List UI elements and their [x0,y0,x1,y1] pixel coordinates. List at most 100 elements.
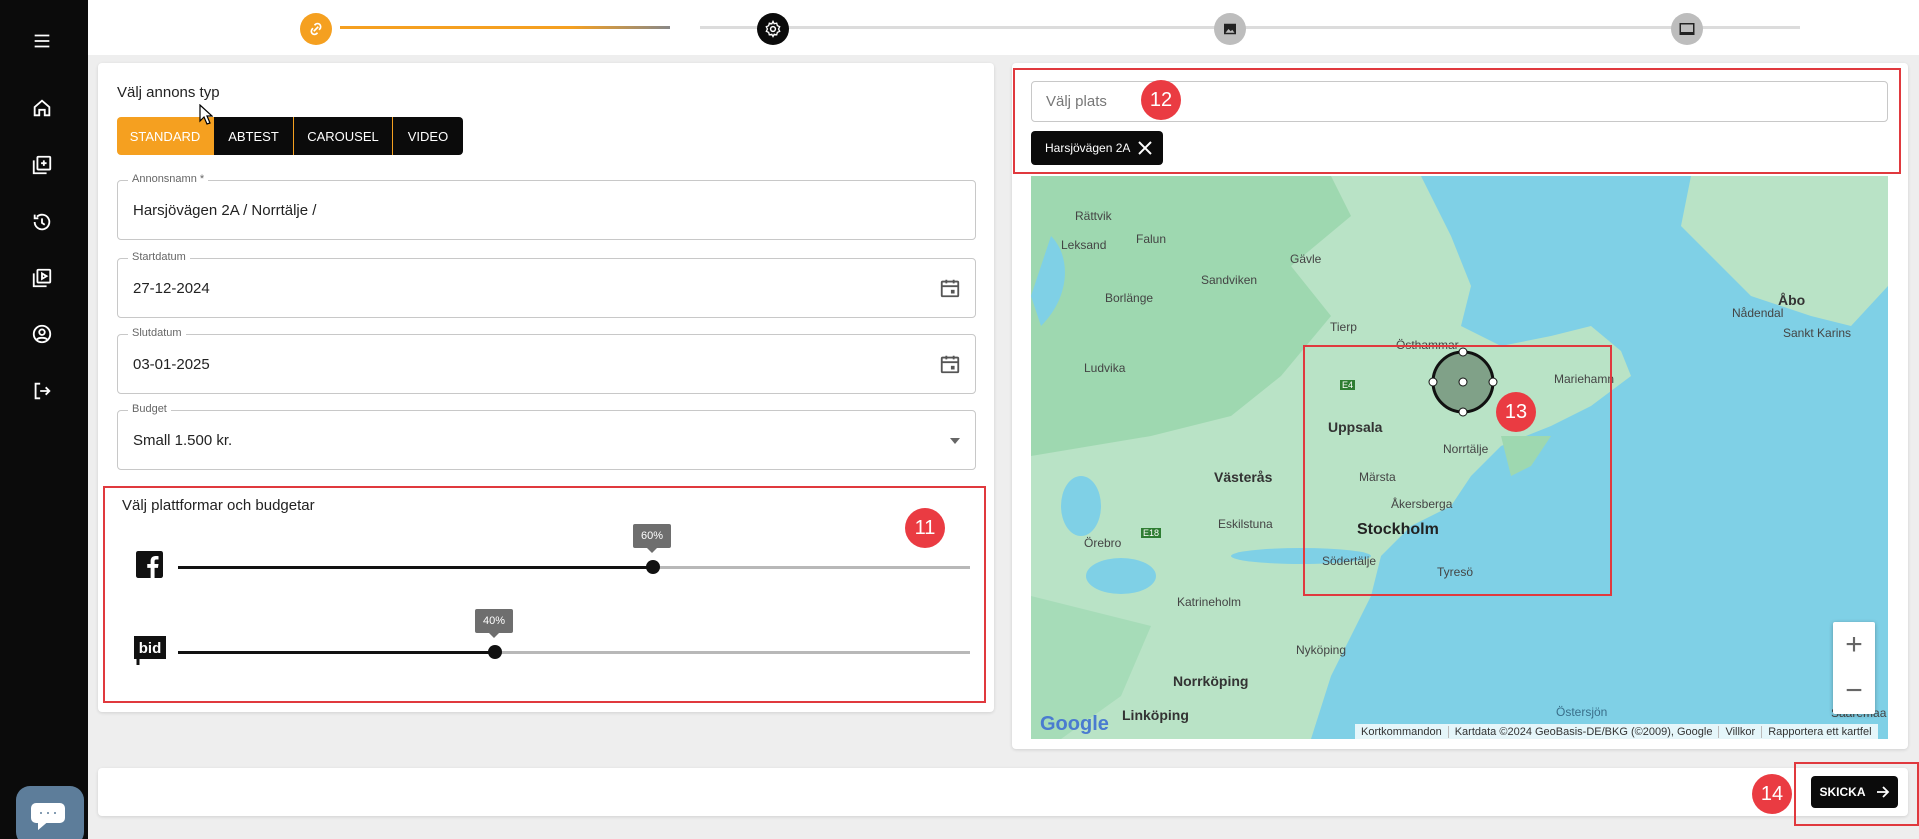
road-sign: E4 [1340,380,1356,390]
map-terrain [1031,176,1888,739]
map-label: Tierp [1330,320,1357,334]
step-image[interactable] [1214,13,1246,45]
add-ad-icon[interactable] [28,151,56,179]
start-date-label: Startdatum [128,251,190,263]
map-label: Eskilstuna [1218,517,1273,531]
zoom-in-button[interactable]: + [1833,622,1875,668]
google-logo: Google [1040,713,1109,735]
map-label: Katrineholm [1177,595,1242,609]
annotation-badge-12: 12 [1141,80,1181,120]
account-icon[interactable] [28,320,56,348]
svg-text:bid: bid [139,640,162,657]
end-date-value: 03-01-2025 [133,356,210,373]
keyboard-shortcuts-link[interactable]: Kortkommandon [1355,725,1449,738]
map-label: Märsta [1359,470,1396,484]
sidebar [0,0,88,839]
arrow-right-icon [1876,786,1889,798]
bid-icon: bid [134,636,166,665]
location-chip[interactable]: Harsjövägen 2A [1031,131,1163,165]
ad-name-field[interactable]: Annonsnamn * Harsjövägen 2A / Norrtälje … [117,173,976,240]
map-label: Uppsala [1328,419,1383,435]
report-error-link[interactable]: Rapportera ett kartfel [1762,726,1877,738]
map-label: Mariehamn [1554,372,1615,386]
bid-slider-thumb[interactable] [488,645,502,659]
calendar-icon[interactable] [939,277,961,299]
history-icon[interactable] [28,208,56,236]
map-label: Rättvik [1075,209,1112,223]
map-label: Östersjön [1556,705,1608,719]
facebook-slider-value: 60% [633,524,671,553]
map-label: Örebro [1084,536,1122,550]
logout-icon[interactable] [28,377,56,405]
map-attribution: Kortkommandon Kartdata ©2024 GeoBasis-DE… [1355,724,1878,739]
mouse-cursor-icon [199,104,213,125]
start-date-field[interactable]: Startdatum 27-12-2024 [117,251,976,318]
facebook-slider-thumb[interactable] [646,560,660,574]
ad-name-value: Harsjövägen 2A / Norrtälje / [133,202,317,219]
menu-icon[interactable] [28,27,56,55]
stepper-line-pending [700,26,1800,29]
budget-select[interactable]: Budget Small 1.500 kr. [117,403,976,470]
map[interactable]: Rättvik Leksand Falun Gävle Borlänge San… [1031,176,1888,739]
map-label: Ludvika [1084,361,1126,375]
bid-slider-fill [178,651,495,654]
close-icon[interactable] [1137,140,1153,156]
end-date-label: Slutdatum [128,327,186,339]
map-label: Stockholm [1357,521,1439,538]
home-icon[interactable] [28,94,56,122]
annotation-badge-11: 11 [905,508,945,548]
step-link[interactable] [300,13,332,45]
ad-type-carousel-button[interactable]: CAROUSEL [294,117,393,155]
map-label: Linköping [1122,707,1189,723]
step-settings[interactable] [757,13,789,45]
map-label: Norrtälje [1443,442,1489,456]
map-label: Gävle [1290,252,1322,266]
map-label: Södertälje [1322,554,1377,568]
map-label: Sankt Karins [1783,326,1852,340]
map-data-text: Kartdata ©2024 GeoBasis-DE/BKG (©2009), … [1449,725,1720,738]
footer-bar [98,768,1908,816]
bid-slider-value: 40% [475,609,513,638]
platforms-title: Välj plattformar och budgetar [122,497,315,514]
facebook-icon [136,551,163,578]
budget-value: Small 1.500 kr. [133,432,233,449]
map-label: Tyresö [1437,565,1474,579]
map-label: Norrköping [1173,673,1249,689]
map-label: Nyköping [1296,643,1347,657]
map-label: Borlänge [1105,291,1154,305]
zoom-controls: + − [1833,622,1875,714]
video-library-icon[interactable] [28,264,56,292]
link-icon [310,22,322,36]
start-date-value: 27-12-2024 [133,280,210,297]
map-label: Sandviken [1201,273,1258,287]
stepper [88,0,1919,55]
send-button[interactable]: SKICKA [1811,776,1898,808]
map-label: Åkersberga [1391,497,1453,511]
terms-link[interactable]: Villkor [1719,725,1763,738]
map-label: Falun [1136,232,1167,246]
map-label: Nådendal [1732,306,1784,320]
zoom-out-button[interactable]: − [1833,668,1875,714]
facebook-slider-fill [178,566,653,569]
map-label: Västerås [1214,469,1273,485]
annotation-badge-14: 14 [1752,774,1792,814]
budget-label: Budget [128,403,171,415]
ad-type-abtest-button[interactable]: ABTEST [214,117,294,155]
monitor-icon [1679,23,1695,35]
location-chip-label: Harsjövägen 2A [1045,141,1131,155]
step-preview[interactable] [1671,13,1703,45]
ad-type-video-button[interactable]: VIDEO [393,117,463,155]
calendar-icon[interactable] [939,353,961,375]
image-icon [1224,23,1236,35]
annotation-badge-13: 13 [1496,392,1536,432]
radius-circle[interactable] [1427,346,1499,418]
stepper-line-done [340,26,670,29]
ad-type-selector: STANDARD ABTEST CAROUSEL VIDEO [117,117,463,155]
map-label: Leksand [1061,238,1107,252]
chat-icon[interactable] [16,786,84,839]
end-date-field[interactable]: Slutdatum 03-01-2025 [117,327,976,394]
ad-type-title: Välj annons typ [117,84,220,101]
gear-icon [765,20,781,38]
ad-name-label: Annonsnamn * [128,173,209,185]
chevron-down-icon [950,438,960,444]
